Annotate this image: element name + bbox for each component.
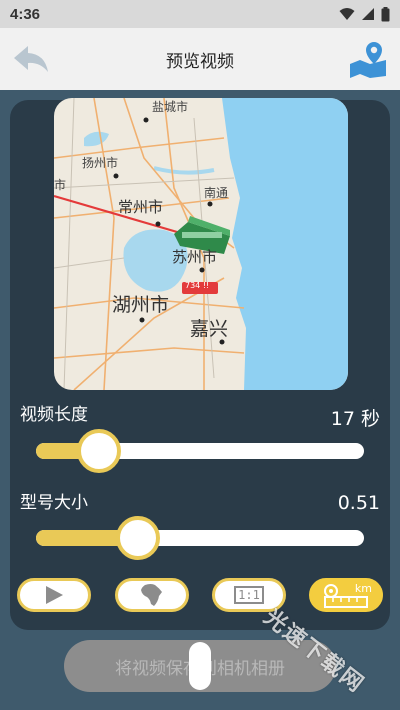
play-button[interactable]	[17, 578, 91, 612]
play-icon	[46, 586, 63, 604]
road-badge: 734 !!	[185, 281, 210, 290]
map-label-nantong: 南通	[204, 186, 229, 200]
status-time: 4:36	[10, 5, 41, 23]
header: 预览视频	[0, 28, 400, 90]
model-size-slider-thumb[interactable]	[115, 516, 160, 560]
map-label-huzhou: 湖州市	[112, 294, 170, 316]
signal-icon	[362, 8, 374, 20]
africa-map-button[interactable]	[115, 578, 189, 612]
model-size-slider-track[interactable]	[36, 530, 364, 546]
model-size-label: 型号大小	[20, 493, 88, 513]
map-pin-icon	[350, 42, 386, 78]
africa-map-icon	[141, 584, 162, 606]
video-length-label: 视频长度	[20, 405, 88, 425]
video-length-value: 17 秒	[330, 408, 380, 430]
battery-icon	[381, 6, 390, 21]
scale-unit-label: km	[354, 582, 372, 595]
aspect-ratio-label: 1:1	[234, 586, 264, 604]
wifi-icon	[339, 8, 355, 20]
status-bar: 4:36	[0, 0, 400, 28]
scale-unit-button[interactable]: km	[309, 578, 383, 612]
model-size-value: 0.51	[337, 492, 380, 514]
map-label-yangzhou: 扬州市	[82, 156, 119, 170]
nav-handle[interactable]	[189, 642, 211, 690]
map-preview[interactable]: 盐城市 扬州市 常州市 南通 苏州市 湖州市 嘉兴 市 734 !!	[54, 98, 348, 390]
map-location-button[interactable]	[348, 40, 388, 78]
map-label-changzhou: 常州市	[118, 198, 164, 216]
map-label-jiaxing: 嘉兴	[190, 318, 229, 340]
status-icons	[339, 6, 390, 22]
map-label-suzhou: 苏州市	[172, 248, 218, 266]
map-label-city-edge: 市	[54, 178, 67, 192]
map-label-yancheng: 盐城市	[152, 100, 189, 114]
page-title: 预览视频	[166, 51, 234, 72]
back-arrow-icon	[14, 46, 48, 72]
map-image	[54, 98, 348, 390]
back-button[interactable]	[12, 42, 52, 76]
